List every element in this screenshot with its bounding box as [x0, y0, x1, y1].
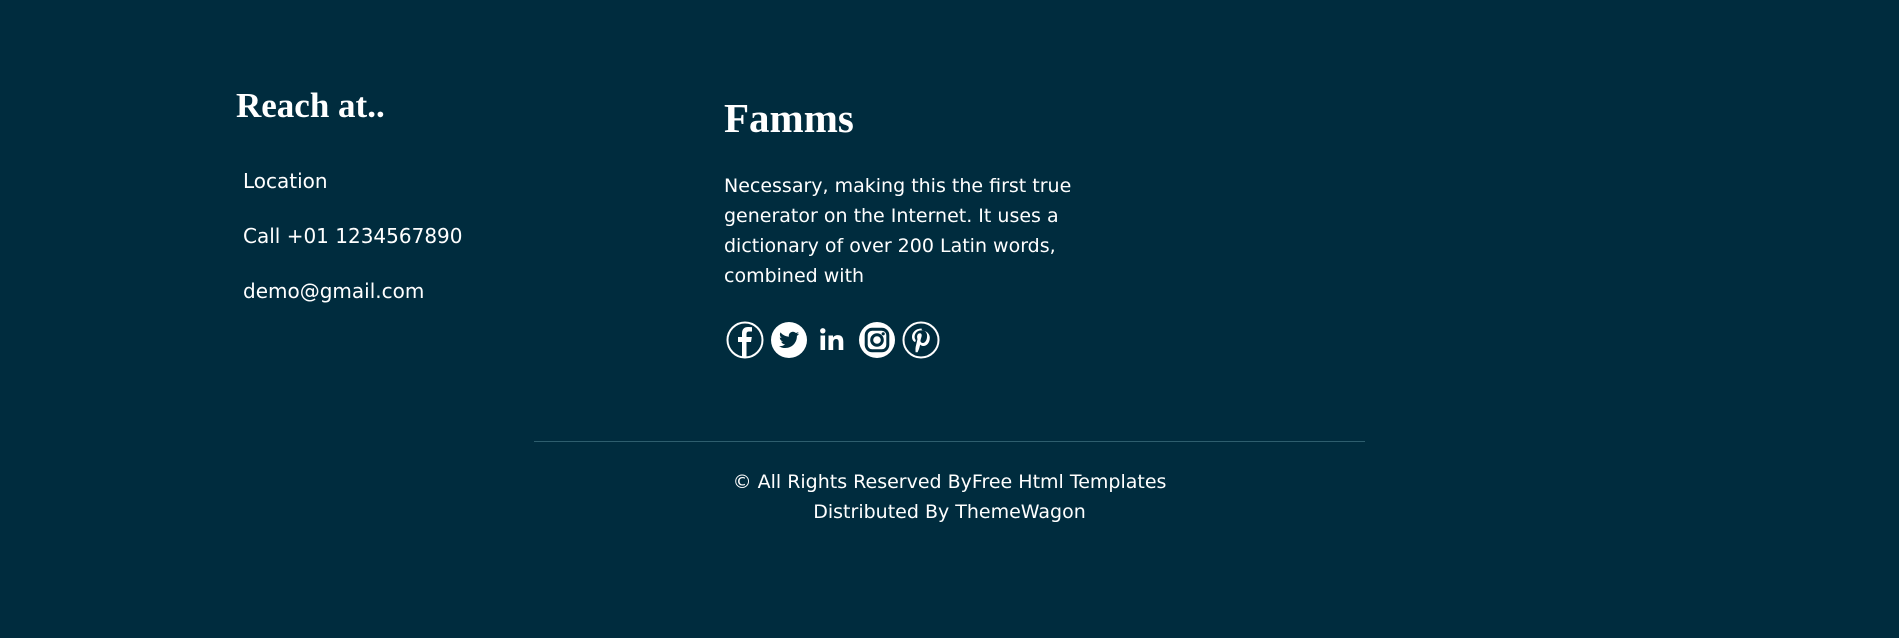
- site-footer: Reach at.. Location Call +01 1234567890 …: [0, 0, 1899, 638]
- pinterest-icon: [902, 321, 940, 359]
- linkedin-link[interactable]: [814, 320, 852, 360]
- social-links: [726, 320, 940, 360]
- contact-heading: Reach at..: [236, 86, 385, 125]
- twitter-icon: [771, 322, 807, 358]
- contact-phone-link[interactable]: Call +01 1234567890: [243, 222, 463, 250]
- copyright-notice: © All Rights Reserved ByFree Html Templa…: [0, 467, 1899, 527]
- distributed-by-line: Distributed By ThemeWagon: [813, 501, 1086, 523]
- contact-email-link[interactable]: demo@gmail.com: [243, 277, 463, 305]
- linkedin-icon: [820, 328, 844, 350]
- copyright-line: © All Rights Reserved ByFree Html Templa…: [732, 471, 1167, 493]
- instagram-icon: [859, 322, 895, 358]
- instagram-link[interactable]: [858, 320, 896, 360]
- brand-description: Necessary, making this the first true ge…: [724, 175, 1072, 287]
- brand-name: Famms: [724, 95, 854, 141]
- facebook-icon: [726, 321, 764, 359]
- twitter-link[interactable]: [770, 320, 808, 360]
- contact-location-link[interactable]: Location: [243, 167, 463, 195]
- facebook-link[interactable]: [726, 320, 764, 360]
- contact-list: Location Call +01 1234567890 demo@gmail.…: [243, 167, 463, 332]
- footer-divider: [534, 441, 1365, 442]
- pinterest-link[interactable]: [902, 320, 940, 360]
